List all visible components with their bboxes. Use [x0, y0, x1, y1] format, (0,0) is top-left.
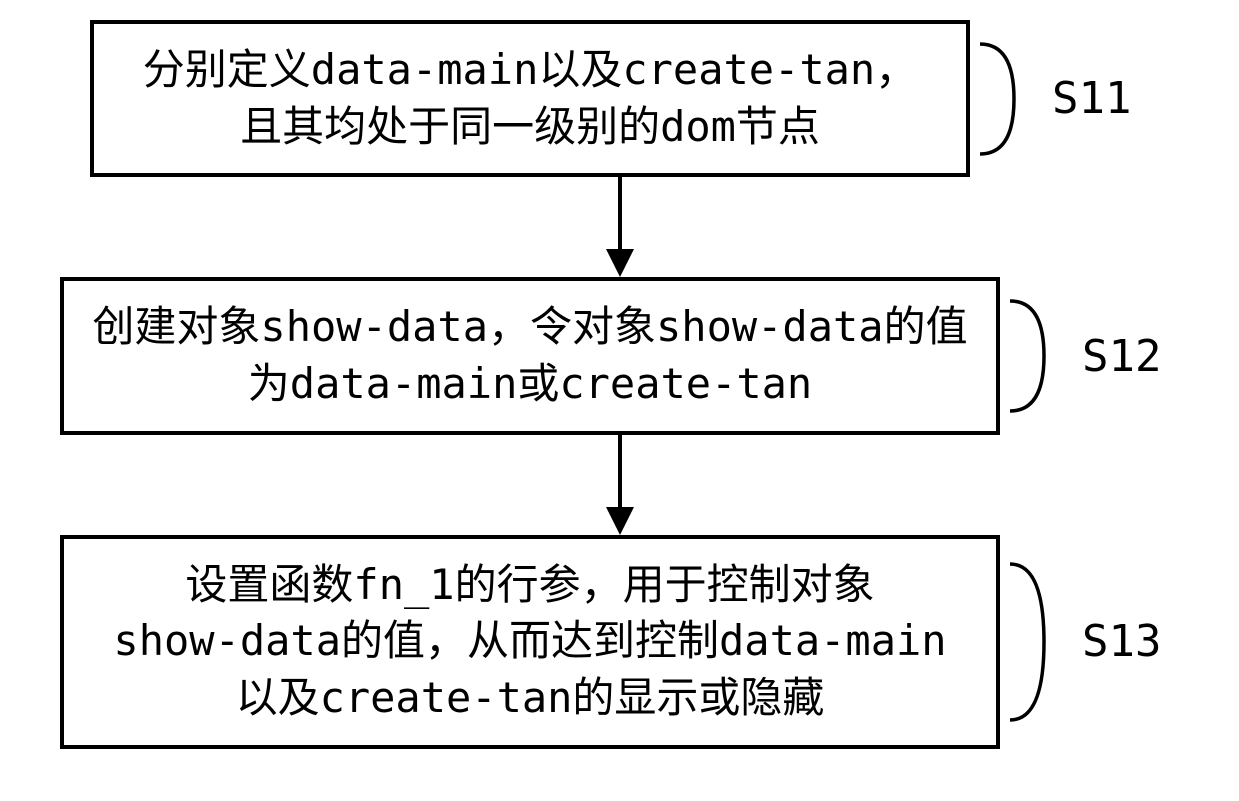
step2-line2: 为data-main或create-tan [248, 359, 812, 408]
step1-label-wrap: S11 [980, 34, 1131, 164]
arrow-1-wrap [150, 177, 1090, 277]
step3-line1: 设置函数fn_1的行参，用于控制对象 [185, 560, 874, 609]
connector-curve-icon [1010, 291, 1074, 421]
flow-row-2: 创建对象show-data，令对象show-data的值 为data-main或… [60, 277, 1180, 434]
flowchart-container: 分别定义data-main以及create-tan， 且其均处于同一级别的dom… [60, 20, 1180, 749]
flow-row-3: 设置函数fn_1的行参，用于控制对象 show-data的值，从而达到控制dat… [60, 535, 1180, 749]
flow-step-1: 分别定义data-main以及create-tan， 且其均处于同一级别的dom… [90, 20, 970, 177]
flow-step-2: 创建对象show-data，令对象show-data的值 为data-main或… [60, 277, 1000, 434]
arrow-2-wrap [150, 435, 1090, 535]
step3-label-wrap: S13 [1010, 552, 1161, 732]
connector-curve-icon [1010, 552, 1074, 732]
step1-line2: 且其均处于同一级别的dom节点 [240, 102, 820, 151]
step2-label: S12 [1082, 331, 1161, 382]
step2-label-wrap: S12 [1010, 291, 1161, 421]
flow-row-1: 分别定义data-main以及create-tan， 且其均处于同一级别的dom… [60, 20, 1180, 177]
step3-line3: 以及create-tan的显示或隐藏 [236, 673, 825, 722]
step1-line1: 分别定义data-main以及create-tan， [143, 45, 917, 94]
step3-label: S13 [1082, 616, 1161, 667]
connector-curve-icon [980, 34, 1044, 164]
step2-line1: 创建对象show-data，令对象show-data的值 [92, 302, 967, 351]
step3-line2: show-data的值，从而达到控制data-main [113, 616, 946, 665]
step1-label: S11 [1052, 73, 1131, 124]
flow-step-3: 设置函数fn_1的行参，用于控制对象 show-data的值，从而达到控制dat… [60, 535, 1000, 749]
arrow-down-icon [600, 177, 640, 277]
arrow-down-icon [600, 435, 640, 535]
